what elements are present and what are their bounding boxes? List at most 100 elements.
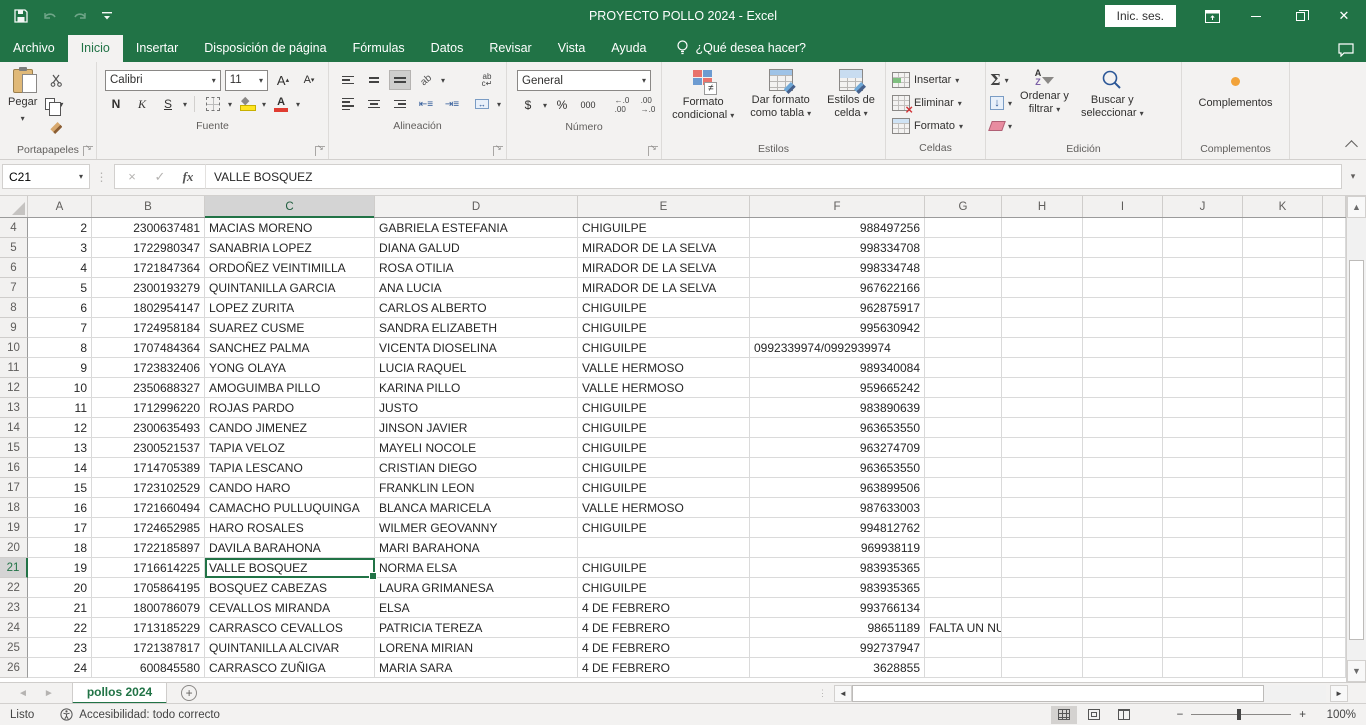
select-all-button[interactable] [0, 196, 28, 217]
formula-input[interactable]: VALLE BOSQUEZ [205, 164, 1342, 189]
cell-C5[interactable]: SANABRIA LOPEZ [205, 238, 375, 258]
cell-J9[interactable] [1163, 318, 1243, 338]
row-header-25[interactable]: 25 [0, 638, 28, 658]
alignment-dialog-launcher[interactable] [493, 146, 503, 156]
cell-I18[interactable] [1083, 498, 1163, 518]
cell-J16[interactable] [1163, 458, 1243, 478]
cell-E9[interactable]: CHIGUILPE [578, 318, 750, 338]
cell-F11[interactable]: 989340084 [750, 358, 925, 378]
cell-J23[interactable] [1163, 598, 1243, 618]
cell-C4[interactable]: MACIAS MORENO [205, 218, 375, 238]
cell-K22[interactable] [1243, 578, 1323, 598]
cell-I13[interactable] [1083, 398, 1163, 418]
cell-D20[interactable]: MARI BARAHONA [375, 538, 578, 558]
cell-E17[interactable]: CHIGUILPE [578, 478, 750, 498]
cell-B20[interactable]: 1722185897 [92, 538, 205, 558]
cell-D4[interactable]: GABRIELA ESTEFANIA [375, 218, 578, 238]
cell-I4[interactable] [1083, 218, 1163, 238]
zoom-in-icon[interactable]: + [1299, 709, 1306, 721]
cell-C22[interactable]: BOSQUEZ CABEZAS [205, 578, 375, 598]
cell-G21[interactable] [925, 558, 1002, 578]
cell-E12[interactable]: VALLE HERMOSO [578, 378, 750, 398]
cell-J10[interactable] [1163, 338, 1243, 358]
cell-H21[interactable] [1002, 558, 1083, 578]
cell-A8[interactable]: 6 [28, 298, 92, 318]
cell-K13[interactable] [1243, 398, 1323, 418]
row-header-13[interactable]: 13 [0, 398, 28, 418]
row-header-5[interactable]: 5 [0, 238, 28, 258]
cell-F14[interactable]: 963653550 [750, 418, 925, 438]
close-button[interactable]: ✕ [1322, 0, 1366, 32]
row-header-26[interactable]: 26 [0, 658, 28, 678]
cell-K21[interactable] [1243, 558, 1323, 578]
font-name-combo[interactable]: Calibri▾ [105, 70, 221, 91]
scroll-up-icon[interactable]: ▲ [1347, 196, 1366, 218]
align-top-icon[interactable] [337, 70, 359, 90]
cell-I24[interactable] [1083, 618, 1163, 638]
cell-J15[interactable] [1163, 438, 1243, 458]
cell-G12[interactable] [925, 378, 1002, 398]
scroll-down-icon[interactable]: ▼ [1347, 660, 1366, 682]
cell-F15[interactable]: 963274709 [750, 438, 925, 458]
cell-J18[interactable] [1163, 498, 1243, 518]
cell-A15[interactable]: 13 [28, 438, 92, 458]
column-header-f[interactable]: F [750, 196, 925, 217]
cell-F7[interactable]: 967622166 [750, 278, 925, 298]
cell-I5[interactable] [1083, 238, 1163, 258]
page-layout-view-icon[interactable] [1081, 706, 1107, 724]
cell-E23[interactable]: 4 DE FEBRERO [578, 598, 750, 618]
cell-A9[interactable]: 7 [28, 318, 92, 338]
format-painter-icon[interactable] [45, 118, 67, 138]
cell-C13[interactable]: ROJAS PARDO [205, 398, 375, 418]
cell-E10[interactable]: CHIGUILPE [578, 338, 750, 358]
cell-J13[interactable] [1163, 398, 1243, 418]
increase-decimal-icon[interactable]: ←.0.00 [611, 95, 633, 115]
cell-J22[interactable] [1163, 578, 1243, 598]
cell-C15[interactable]: TAPIA VELOZ [205, 438, 375, 458]
fill-button[interactable]: ↓▾ [990, 93, 1012, 113]
new-sheet-icon[interactable]: + [181, 685, 197, 701]
row-header-23[interactable]: 23 [0, 598, 28, 618]
currency-icon[interactable]: $ [517, 95, 539, 115]
cell-E7[interactable]: MIRADOR DE LA SELVA [578, 278, 750, 298]
font-dialog-launcher[interactable] [315, 146, 325, 156]
clear-button[interactable]: ▾ [990, 116, 1012, 136]
cell-D17[interactable]: FRANKLIN LEON [375, 478, 578, 498]
conditional-formatting-button[interactable]: ≠ Formatocondicional ▾ [666, 65, 740, 126]
cell-H8[interactable] [1002, 298, 1083, 318]
cell-G9[interactable] [925, 318, 1002, 338]
cell-H23[interactable] [1002, 598, 1083, 618]
sort-filter-button[interactable]: AZ Ordenar yfiltrar ▾ [1014, 65, 1075, 120]
cell-D10[interactable]: VICENTA DIOSELINA [375, 338, 578, 358]
cell-D21[interactable]: NORMA ELSA [375, 558, 578, 578]
number-dialog-launcher[interactable] [648, 146, 658, 156]
cell-D22[interactable]: LAURA GRIMANESA [375, 578, 578, 598]
expand-formula-bar-icon[interactable]: ▾ [1342, 171, 1364, 182]
cell-I23[interactable] [1083, 598, 1163, 618]
cell-F5[interactable]: 998334708 [750, 238, 925, 258]
enter-entry-icon[interactable]: ✓ [147, 169, 173, 185]
cell-C12[interactable]: AMOGUIMBA PILLO [205, 378, 375, 398]
cell-I17[interactable] [1083, 478, 1163, 498]
cancel-entry-icon[interactable]: × [119, 169, 145, 184]
cell-J21[interactable] [1163, 558, 1243, 578]
merge-center-icon[interactable]: ↔ [471, 94, 493, 114]
row-header-15[interactable]: 15 [0, 438, 28, 458]
vertical-scroll-thumb[interactable] [1349, 260, 1364, 640]
cell-B7[interactable]: 2300193279 [92, 278, 205, 298]
cell-F17[interactable]: 963899506 [750, 478, 925, 498]
cell-A22[interactable]: 20 [28, 578, 92, 598]
cell-J20[interactable] [1163, 538, 1243, 558]
italic-button[interactable]: K [131, 94, 153, 114]
cell-H7[interactable] [1002, 278, 1083, 298]
cell-C19[interactable]: HARO ROSALES [205, 518, 375, 538]
cell-K25[interactable] [1243, 638, 1323, 658]
format-as-table-button[interactable]: Dar formatocomo tabla ▾ [744, 65, 817, 124]
cell-A25[interactable]: 23 [28, 638, 92, 658]
cell-E6[interactable]: MIRADOR DE LA SELVA [578, 258, 750, 278]
cell-G11[interactable] [925, 358, 1002, 378]
column-header-d[interactable]: D [375, 196, 578, 217]
cell-J4[interactable] [1163, 218, 1243, 238]
cell-H22[interactable] [1002, 578, 1083, 598]
ribbon-tab-f-rmulas[interactable]: Fórmulas [340, 35, 418, 62]
